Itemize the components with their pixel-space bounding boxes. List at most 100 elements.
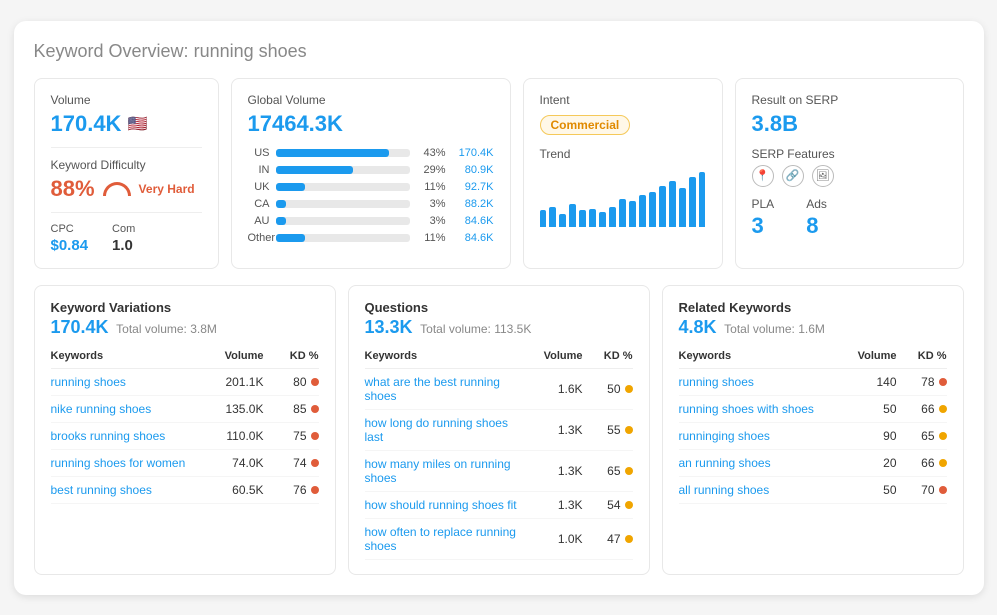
bar-val: 84.6K <box>452 215 494 227</box>
kd-number: 78 <box>921 375 934 389</box>
bar-bg <box>276 149 410 157</box>
bar-row: Other 11% 84.6K <box>248 232 494 244</box>
trend-label: Trend <box>540 147 706 161</box>
keyword-link[interactable]: running shoes for women <box>51 456 194 470</box>
keyword-link[interactable]: how many miles on running shoes <box>365 457 528 485</box>
keyword-link[interactable]: brooks running shoes <box>51 429 194 443</box>
bar-chart: US 43% 170.4K IN 29% 80.9K UK 11% 92.7K … <box>248 147 494 244</box>
rk-table-body: running shoes 140 78 running shoes with … <box>679 369 947 504</box>
keyword-link[interactable]: how long do running shoes last <box>365 416 528 444</box>
volume-label: Volume <box>51 93 202 107</box>
rk-total: Total volume: 1.6M <box>724 322 825 336</box>
keyword-link[interactable]: how often to replace running shoes <box>365 525 528 553</box>
kv-table-header: Keywords Volume KD % <box>51 344 319 369</box>
bar-country: IN <box>248 164 270 176</box>
global-volume-card: Global Volume 17464.3K US 43% 170.4K IN … <box>231 78 511 269</box>
trend-chart <box>540 167 706 227</box>
kd-value: 88% <box>51 176 95 202</box>
table-row: runninging shoes 90 65 <box>679 423 947 450</box>
kd-number: 75 <box>293 429 306 443</box>
table-row: how should running shoes fit 1.3K 54 <box>365 492 633 519</box>
kd-cell: 74 <box>264 456 319 470</box>
table-row: running shoes 201.1K 80 <box>51 369 319 396</box>
kd-number: 65 <box>921 429 934 443</box>
kd-dot-icon <box>939 486 947 494</box>
trend-bar <box>629 201 636 227</box>
keyword-link[interactable]: nike running shoes <box>51 402 194 416</box>
bar-country: US <box>248 147 270 159</box>
table-row: nike running shoes 135.0K 85 <box>51 396 319 423</box>
trend-bar <box>619 199 626 227</box>
kd-dot-icon <box>311 378 319 386</box>
volume-cell: 60.5K <box>194 483 264 497</box>
kd-number: 50 <box>607 382 620 396</box>
bar-fill <box>276 200 287 208</box>
keyword-link[interactable]: an running shoes <box>679 456 842 470</box>
trend-bar <box>589 209 596 227</box>
trend-bar <box>559 214 566 227</box>
bar-val: 92.7K <box>452 181 494 193</box>
questions-card: Questions 13.3K Total volume: 113.5K Key… <box>348 285 650 575</box>
com-label: Com <box>112 223 135 235</box>
kv-col-keywords: Keywords <box>51 350 194 362</box>
kd-dot-icon <box>311 486 319 494</box>
kd-cell: 65 <box>583 464 633 478</box>
trend-bar <box>669 181 676 227</box>
kd-dot-icon <box>625 426 633 434</box>
bar-pct: 11% <box>416 181 446 193</box>
q-count: 13.3K <box>365 317 413 337</box>
bar-country: CA <box>248 198 270 210</box>
trend-bar <box>540 210 547 227</box>
keyword-link[interactable]: running shoes <box>679 375 842 389</box>
table-row: how long do running shoes last 1.3K 55 <box>365 410 633 451</box>
kd-text: Very Hard <box>139 182 195 196</box>
pla-value: 3 <box>752 213 775 239</box>
rk-table-header: Keywords Volume KD % <box>679 344 947 369</box>
table-row: best running shoes 60.5K 76 <box>51 477 319 504</box>
volume-cell: 140 <box>842 375 897 389</box>
keyword-variations-card: Keyword Variations 170.4K Total volume: … <box>34 285 336 575</box>
intent-badge: Commercial <box>540 115 631 135</box>
bar-bg <box>276 166 410 174</box>
kd-cell: 76 <box>264 483 319 497</box>
trend-bar <box>599 212 606 227</box>
keyword-link[interactable]: what are the best running shoes <box>365 375 528 403</box>
bar-bg <box>276 183 410 191</box>
bar-bg <box>276 234 410 242</box>
kd-number: 54 <box>607 498 620 512</box>
bar-country: Other <box>248 232 270 244</box>
bar-fill <box>276 234 305 242</box>
intent-card: Intent Commercial Trend <box>523 78 723 269</box>
keyword-link[interactable]: running shoes with shoes <box>679 402 842 416</box>
keyword-link[interactable]: runninging shoes <box>679 429 842 443</box>
kd-dot-icon <box>939 378 947 386</box>
bar-val: 84.6K <box>452 232 494 244</box>
volume-cell: 1.3K <box>528 498 583 512</box>
kd-number: 70 <box>921 483 934 497</box>
rk-col-keywords: Keywords <box>679 350 842 362</box>
bar-row: CA 3% 88.2K <box>248 198 494 210</box>
trend-bar <box>639 195 646 227</box>
kd-number: 66 <box>921 456 934 470</box>
bar-fill <box>276 166 354 174</box>
serp-value: 3.8B <box>752 111 947 137</box>
com-value: 1.0 <box>112 237 135 254</box>
keyword-link[interactable]: all running shoes <box>679 483 842 497</box>
keyword-link[interactable]: best running shoes <box>51 483 194 497</box>
q-table-body: what are the best running shoes 1.6K 50 … <box>365 369 633 560</box>
bar-row: UK 11% 92.7K <box>248 181 494 193</box>
trend-bar <box>579 210 586 227</box>
cpc-label: CPC <box>51 223 89 235</box>
kd-dot-icon <box>939 432 947 440</box>
table-row: an running shoes 20 66 <box>679 450 947 477</box>
keyword-link[interactable]: how should running shoes fit <box>365 498 528 512</box>
bar-row: US 43% 170.4K <box>248 147 494 159</box>
volume-cell: 135.0K <box>194 402 264 416</box>
volume-cell: 1.0K <box>528 532 583 546</box>
kd-cell: 78 <box>897 375 947 389</box>
rk-count: 4.8K <box>679 317 717 337</box>
keyword-link[interactable]: running shoes <box>51 375 194 389</box>
kd-dot-icon <box>939 405 947 413</box>
bar-val: 88.2K <box>452 198 494 210</box>
global-label: Global Volume <box>248 93 494 107</box>
